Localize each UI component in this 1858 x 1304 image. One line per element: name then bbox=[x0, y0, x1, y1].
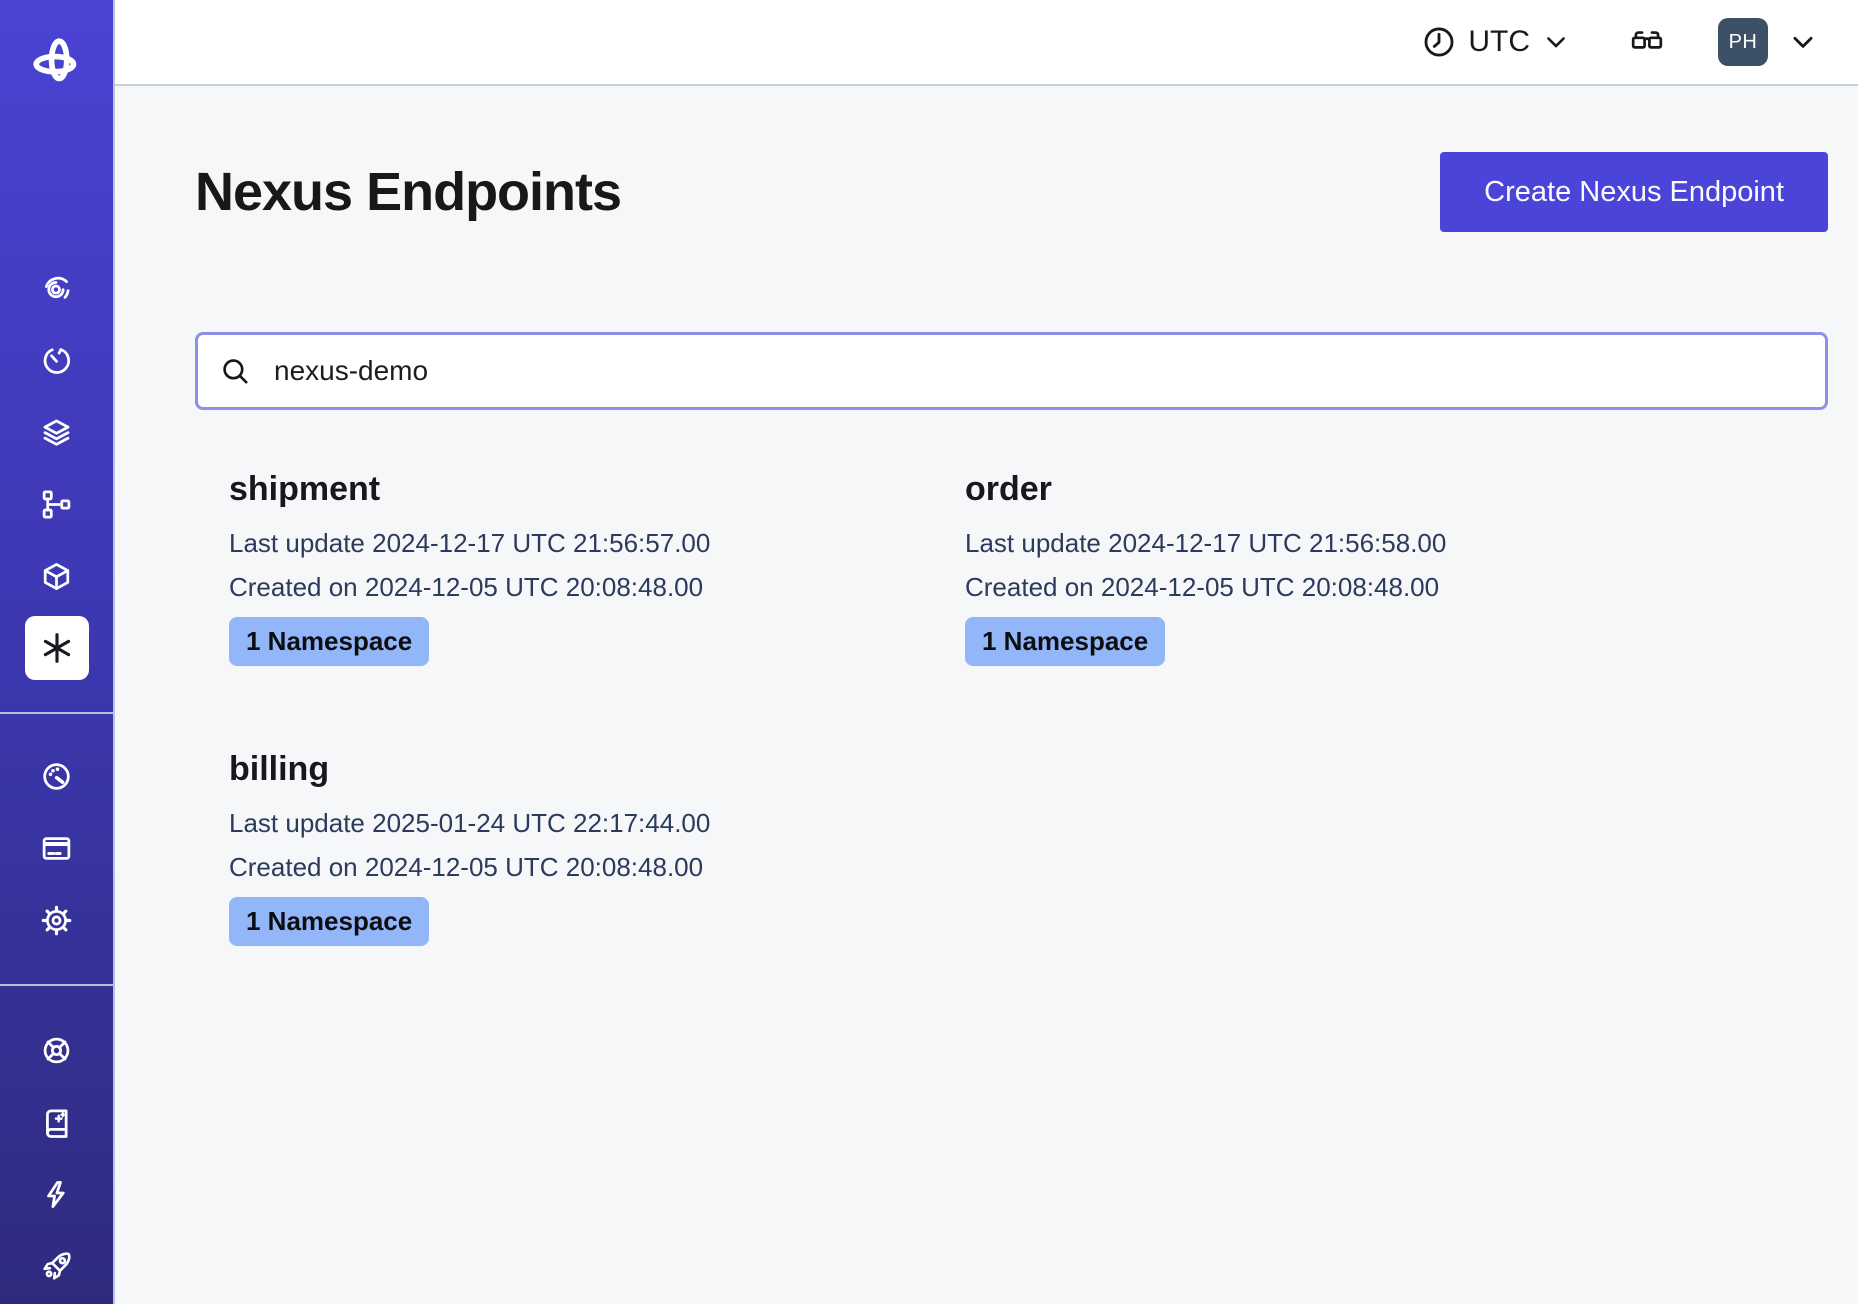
cube-icon bbox=[40, 560, 73, 593]
namespace-badge: 1 Namespace bbox=[229, 897, 429, 946]
sidebar-item-book-sparkles[interactable] bbox=[0, 1086, 113, 1158]
sidebar-item-gauge[interactable] bbox=[0, 740, 113, 812]
endpoint-card-billing[interactable]: billing Last update 2025-01-24 UTC 22:17… bbox=[229, 750, 965, 946]
endpoint-card-order[interactable]: order Last update 2024-12-17 UTC 21:56:5… bbox=[965, 470, 1701, 666]
orbit-icon bbox=[40, 272, 73, 305]
search-input[interactable] bbox=[195, 332, 1828, 410]
graph-icon bbox=[40, 488, 73, 521]
temporal-logo-icon bbox=[31, 36, 83, 88]
namespace-badge: 1 Namespace bbox=[965, 617, 1165, 666]
timezone-label: UTC bbox=[1468, 25, 1530, 59]
sidebar-item-orbit[interactable] bbox=[0, 252, 113, 324]
endpoint-created-on: Created on 2024-12-05 UTC 20:08:48.00 bbox=[229, 845, 965, 889]
endpoint-created-on: Created on 2024-12-05 UTC 20:08:48.00 bbox=[965, 565, 1701, 609]
sidebar-active-tile bbox=[25, 616, 89, 680]
page-title: Nexus Endpoints bbox=[195, 161, 621, 223]
sidebar-item-graph[interactable] bbox=[0, 468, 113, 540]
chevron-down-icon bbox=[1788, 27, 1818, 57]
life-ring-icon bbox=[40, 1034, 73, 1067]
timer-icon bbox=[40, 344, 73, 377]
layers-icon bbox=[40, 416, 73, 449]
sidebar-item-layers[interactable] bbox=[0, 396, 113, 468]
glasses-icon bbox=[1626, 24, 1668, 60]
top-header: UTC PH bbox=[115, 0, 1858, 86]
avatar: PH bbox=[1718, 18, 1768, 66]
sidebar bbox=[0, 0, 115, 1304]
endpoint-search bbox=[195, 332, 1828, 410]
endpoint-name: shipment bbox=[229, 470, 965, 509]
book-sparkles-icon bbox=[40, 1106, 73, 1139]
endpoint-name: billing bbox=[229, 750, 965, 789]
namespace-badge: 1 Namespace bbox=[229, 617, 429, 666]
lightning-icon bbox=[40, 1178, 73, 1211]
clock-icon bbox=[1422, 25, 1456, 59]
gear-icon bbox=[40, 904, 73, 937]
endpoint-created-on: Created on 2024-12-05 UTC 20:08:48.00 bbox=[229, 565, 965, 609]
logo-home-link[interactable] bbox=[0, 0, 113, 124]
credit-card-icon bbox=[40, 832, 73, 865]
labs-toggle-button[interactable] bbox=[1626, 24, 1668, 60]
timezone-selector[interactable]: UTC bbox=[1422, 25, 1570, 59]
sidebar-nav-main bbox=[0, 252, 113, 684]
endpoint-card-shipment[interactable]: shipment Last update 2024-12-17 UTC 21:5… bbox=[229, 470, 965, 666]
sidebar-item-life-ring[interactable] bbox=[0, 1014, 113, 1086]
sidebar-item-gear[interactable] bbox=[0, 884, 113, 956]
endpoint-card-grid: shipment Last update 2024-12-17 UTC 21:5… bbox=[229, 470, 1828, 946]
chevron-down-icon bbox=[1542, 28, 1570, 56]
sidebar-item-lightning[interactable] bbox=[0, 1158, 113, 1230]
endpoint-name: order bbox=[965, 470, 1701, 509]
asterisk-icon bbox=[38, 629, 76, 667]
sidebar-nav-account bbox=[0, 740, 113, 956]
gauge-icon bbox=[40, 760, 73, 793]
sidebar-item-rocket[interactable] bbox=[0, 1230, 113, 1302]
endpoint-last-update: Last update 2024-12-17 UTC 21:56:57.00 bbox=[229, 521, 965, 565]
sidebar-item-cube[interactable] bbox=[0, 540, 113, 612]
sidebar-divider bbox=[0, 712, 113, 714]
sidebar-item-timer[interactable] bbox=[0, 324, 113, 396]
endpoint-last-update: Last update 2024-12-17 UTC 21:56:58.00 bbox=[965, 521, 1701, 565]
create-nexus-endpoint-button[interactable]: Create Nexus Endpoint bbox=[1440, 152, 1828, 232]
sidebar-nav-help bbox=[0, 1014, 113, 1302]
sidebar-divider bbox=[0, 984, 113, 986]
endpoint-last-update: Last update 2025-01-24 UTC 22:17:44.00 bbox=[229, 801, 965, 845]
main-content: Nexus Endpoints Create Nexus Endpoint sh… bbox=[115, 86, 1858, 946]
user-menu[interactable]: PH bbox=[1718, 18, 1818, 66]
sidebar-item-nexus[interactable] bbox=[0, 612, 113, 684]
app-window: UTC PH bbox=[0, 0, 1858, 1304]
rocket-icon bbox=[40, 1250, 73, 1283]
sidebar-item-credit-card[interactable] bbox=[0, 812, 113, 884]
